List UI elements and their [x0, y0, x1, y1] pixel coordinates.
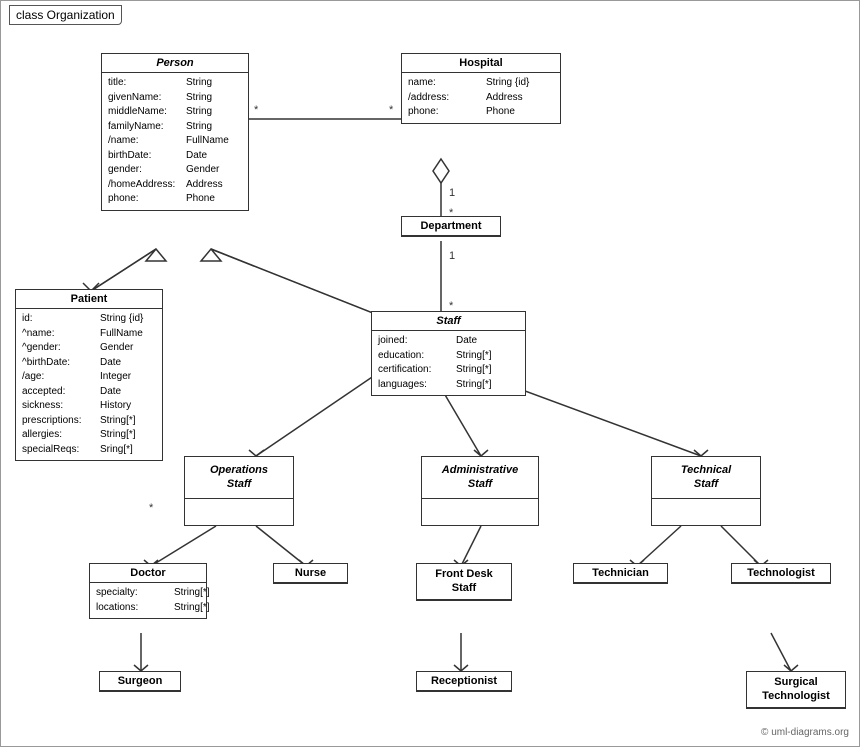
technologist-title: Technologist	[732, 564, 830, 583]
technologist-class: Technologist	[731, 563, 831, 584]
technical-staff-class: TechnicalStaff	[651, 456, 761, 526]
technical-staff-title: TechnicalStaff	[652, 457, 760, 499]
diagram-title: class Organization	[9, 5, 122, 25]
receptionist-class: Receptionist	[416, 671, 512, 692]
surgical-technologist-class: SurgicalTechnologist	[746, 671, 846, 709]
department-class: Department	[401, 216, 501, 237]
patient-class: Patient id:String {id} ^name:FullName ^g…	[15, 289, 163, 461]
hospital-title: Hospital	[402, 54, 560, 73]
operations-staff-class: OperationsStaff	[184, 456, 294, 526]
surgical-technologist-title: SurgicalTechnologist	[747, 672, 845, 708]
front-desk-staff-title: Front DeskStaff	[417, 564, 511, 600]
staff-attrs: joined:Date education:String[*] certific…	[372, 331, 525, 395]
administrative-staff-class: AdministrativeStaff	[421, 456, 539, 526]
svg-text:*: *	[389, 104, 394, 116]
staff-title: Staff	[372, 312, 525, 331]
person-class: Person title:String givenName:String mid…	[101, 53, 249, 211]
doctor-class: Doctor specialty:String[*] locations:Str…	[89, 563, 207, 619]
front-desk-staff-class: Front DeskStaff	[416, 563, 512, 601]
hospital-attrs: name:String {id} /address:Address phone:…	[402, 73, 560, 123]
nurse-title: Nurse	[274, 564, 347, 583]
person-title: Person	[102, 54, 248, 73]
svg-text:*: *	[254, 104, 259, 116]
surgeon-title: Surgeon	[100, 672, 180, 691]
surgeon-class: Surgeon	[99, 671, 181, 692]
technician-title: Technician	[574, 564, 667, 583]
technician-class: Technician	[573, 563, 668, 584]
doctor-title: Doctor	[90, 564, 206, 583]
administrative-staff-title: AdministrativeStaff	[422, 457, 538, 499]
doctor-attrs: specialty:String[*] locations:String[*]	[90, 583, 206, 618]
department-title: Department	[402, 217, 500, 236]
copyright: © uml-diagrams.org	[761, 727, 849, 738]
patient-title: Patient	[16, 290, 162, 309]
staff-class: Staff joined:Date education:String[*] ce…	[371, 311, 526, 396]
nurse-class: Nurse	[273, 563, 348, 584]
person-attrs: title:String givenName:String middleName…	[102, 73, 248, 210]
receptionist-title: Receptionist	[417, 672, 511, 691]
svg-text:1: 1	[449, 250, 455, 262]
svg-text:*: *	[149, 502, 154, 514]
hospital-class: Hospital name:String {id} /address:Addre…	[401, 53, 561, 124]
patient-attrs: id:String {id} ^name:FullName ^gender:Ge…	[16, 309, 162, 460]
uml-diagram: class Organization 1 * 1 * * *	[0, 0, 860, 747]
svg-text:1: 1	[449, 187, 455, 199]
operations-staff-title: OperationsStaff	[185, 457, 293, 499]
